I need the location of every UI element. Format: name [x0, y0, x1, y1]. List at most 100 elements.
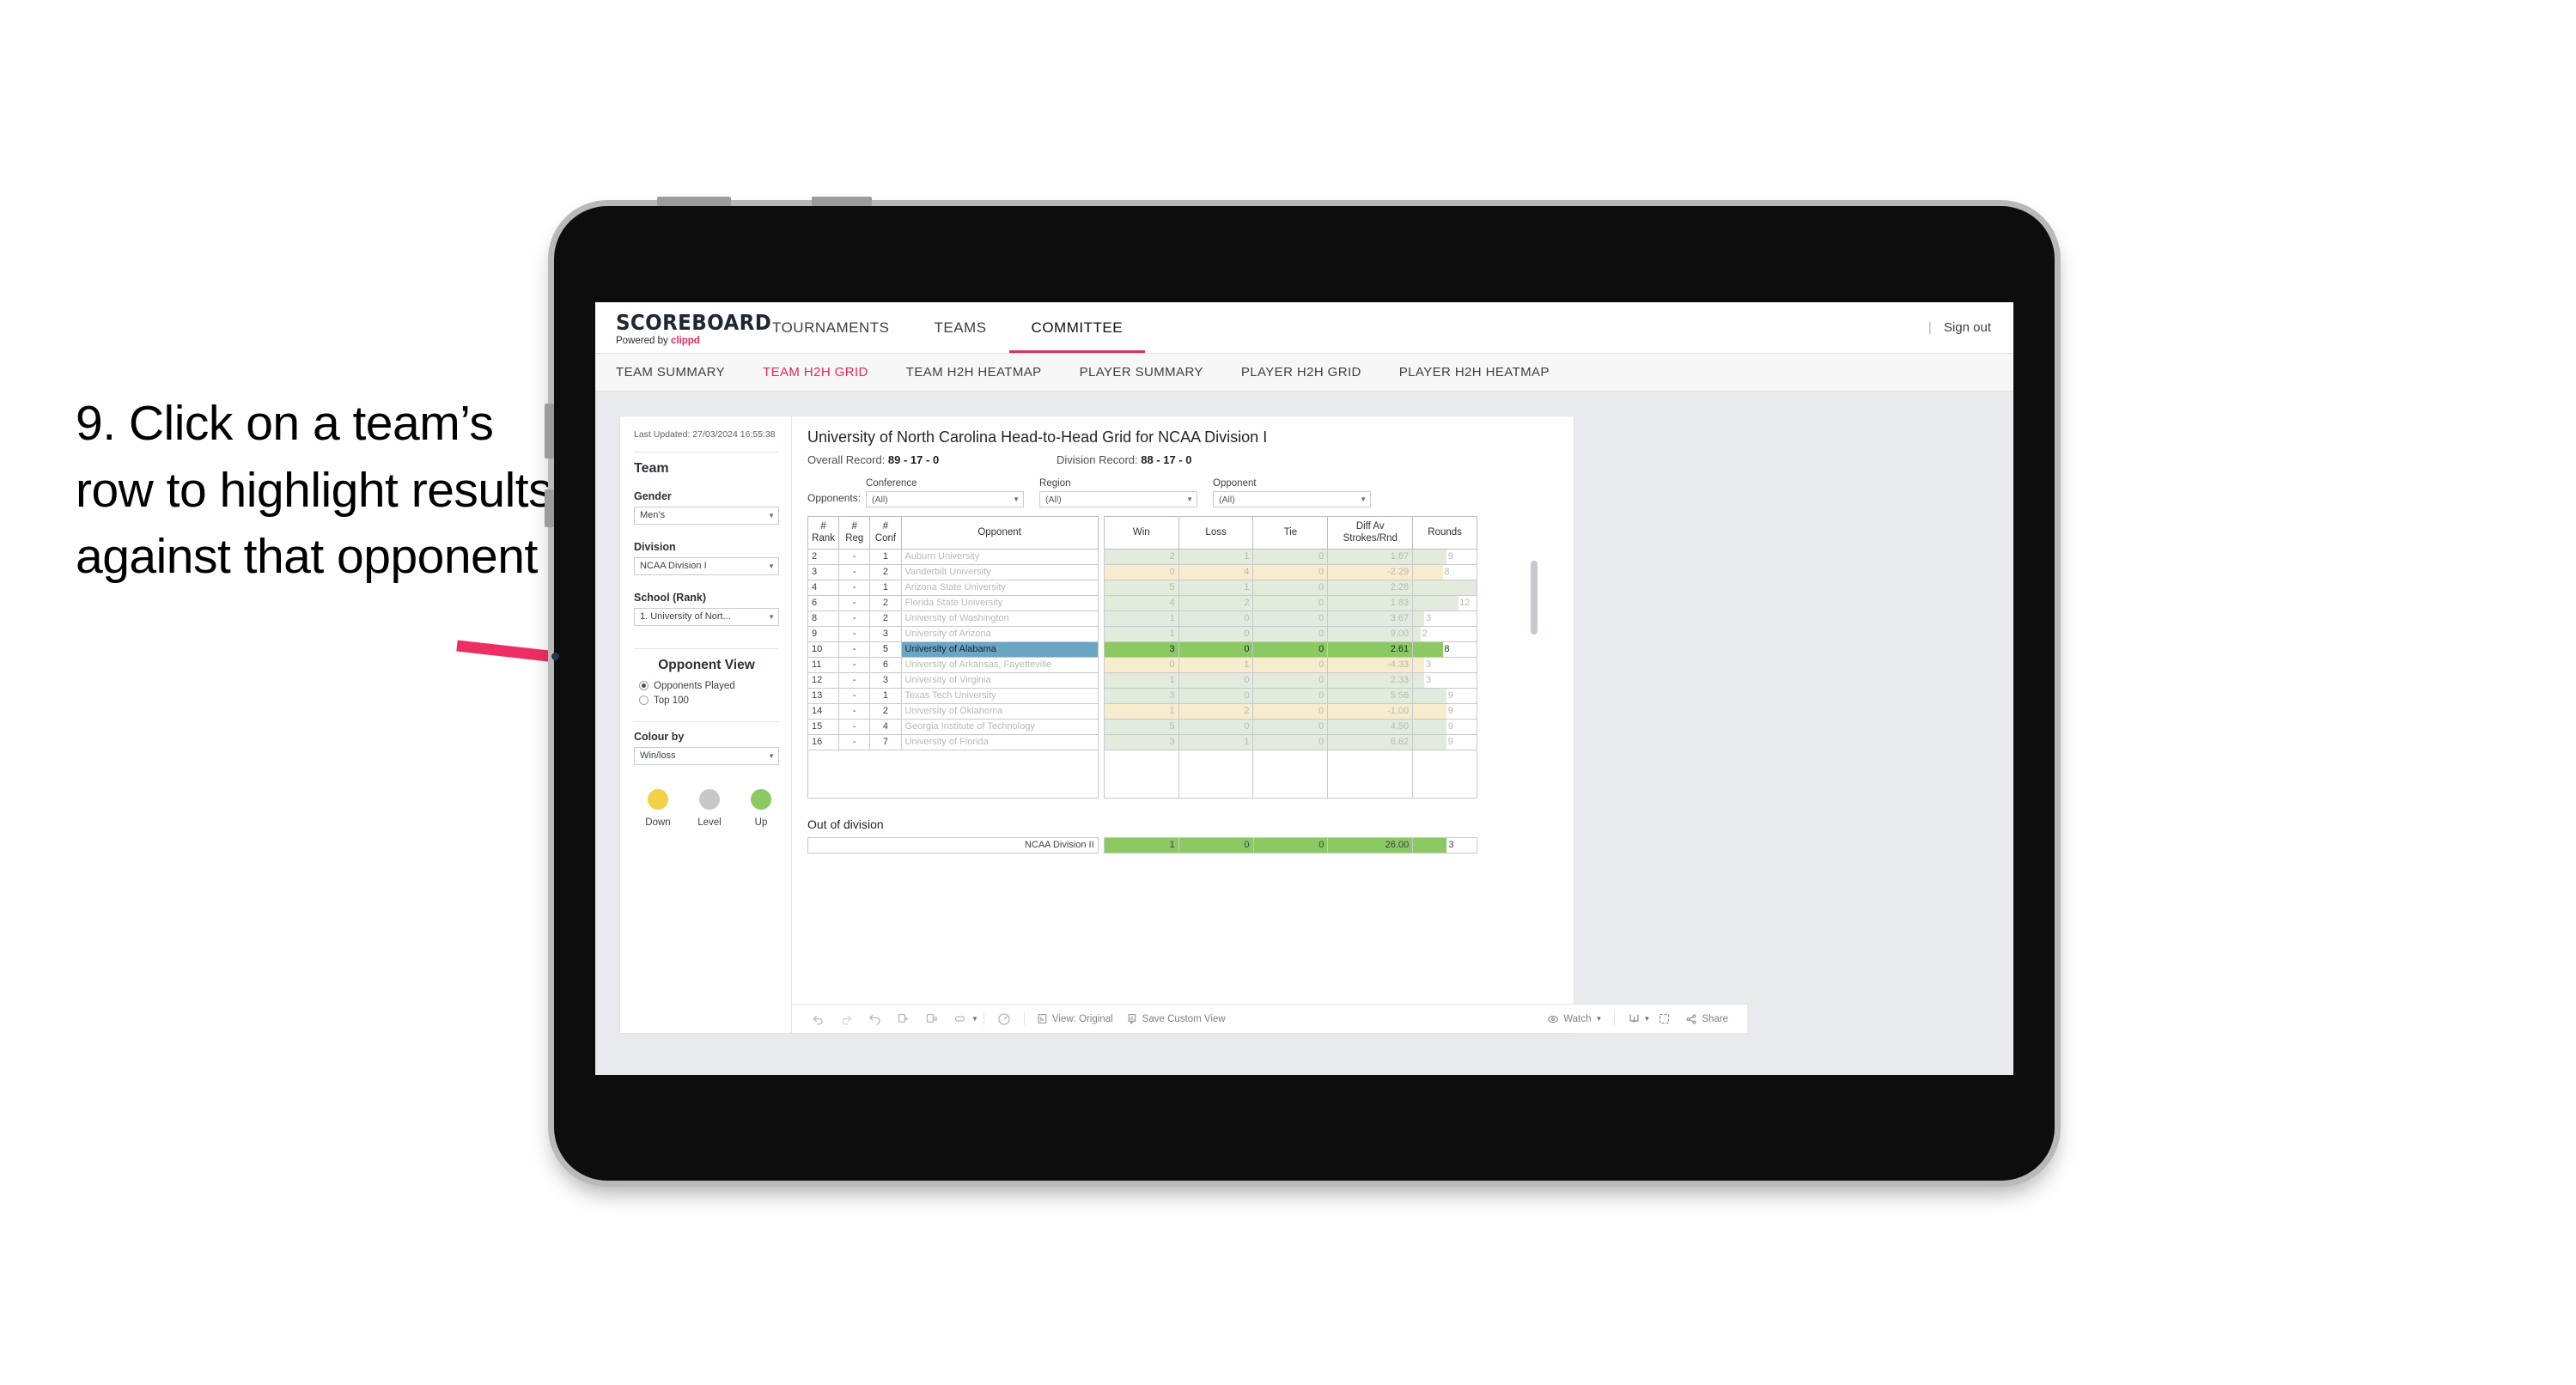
overall-record: Overall Record: 89 - 17 - 0	[807, 453, 1057, 466]
cell-reg: -	[838, 625, 871, 642]
table-scrollbar-thumb[interactable]	[1531, 561, 1538, 635]
table-row[interactable]: 4-1Arizona State University5102.2817	[807, 579, 1477, 596]
cell-reg: -	[838, 687, 871, 704]
gender-select[interactable]: Men’s ▼	[634, 506, 779, 525]
table-row[interactable]: 10-5 University of Alabama 3 0 0 2.61 8	[807, 641, 1477, 658]
colour-legend: Down Level Up	[634, 788, 779, 829]
tab-team-summary[interactable]: TEAM SUMMARY	[616, 365, 725, 380]
table-row[interactable]: 9-3 University of Arizona 1 0 0 9.00 2	[807, 625, 1477, 642]
legend-dot-up	[751, 788, 771, 810]
cell-win: 3	[1103, 733, 1179, 750]
cell-win: 1	[1103, 702, 1179, 720]
legend-dot-level	[699, 788, 720, 810]
out-of-division-row[interactable]: NCAA Division II 1 0 0 26.00 3	[807, 836, 1477, 853]
colour-by-value: Win/loss	[640, 750, 676, 762]
opponent-select[interactable]: (All) ▼	[1213, 491, 1372, 507]
col-rank: # Rank	[807, 516, 840, 550]
device-camera	[551, 653, 559, 660]
cell-win: 2	[1103, 548, 1179, 565]
brand-logo[interactable]: SCOREBOARD Powered by clippd	[595, 310, 771, 346]
chevron-down-icon[interactable]: ▼	[971, 1015, 978, 1023]
cell-gap	[1098, 750, 1104, 798]
table-row[interactable]: 16-7 University of Florida 3 1 0 6.62 9	[807, 733, 1477, 750]
nav-committee[interactable]: COMMITTEE	[1009, 302, 1146, 353]
cell-loss: 1	[1178, 579, 1254, 596]
col-loss: Loss	[1178, 516, 1254, 550]
cell-rounds: 3	[1412, 610, 1477, 627]
watch-label: Watch	[1563, 1013, 1592, 1024]
division-record-value: 88 - 17 - 0	[1141, 453, 1192, 466]
rounds-value: 3	[1425, 659, 1432, 670]
cell-gap	[1098, 703, 1104, 719]
table-row[interactable]: 14-2 University of Oklahoma 1 2 0 -1.00 9	[807, 702, 1477, 720]
nav-tournaments[interactable]: TOURNAMENTS	[750, 302, 911, 353]
data-source-icon[interactable]	[946, 1012, 975, 1025]
pause-icon[interactable]	[990, 1012, 1019, 1026]
sign-out-link[interactable]: Sign out	[1944, 320, 1991, 335]
cell-rounds: 17	[1412, 579, 1477, 596]
col-win: Win	[1103, 516, 1179, 550]
cell-win: 1	[1103, 671, 1179, 689]
col-reg: # Reg	[838, 516, 871, 550]
watch-button[interactable]: Watch ▼	[1540, 1013, 1609, 1025]
undo-icon[interactable]	[804, 1012, 832, 1025]
table-row[interactable]: 15-4 Georgia Institute of Technology 5 0 0 4.…	[807, 718, 1477, 735]
team-section-heading: Team	[634, 460, 669, 476]
colour-by-select[interactable]: Win/loss ▼	[634, 746, 779, 765]
region-filter: Region (All) ▼	[1039, 478, 1198, 507]
cell-gap	[1098, 688, 1104, 703]
tab-player-h2h-heatmap[interactable]: PLAYER H2H HEATMAP	[1399, 365, 1550, 380]
conference-filter: Conference (All) ▼	[866, 478, 1025, 507]
chevron-down-icon[interactable]: ▼	[1643, 1015, 1650, 1023]
radio-top-100[interactable]: Top 100	[634, 696, 779, 706]
radio-icon-selected	[639, 681, 649, 691]
table-scrollbar[interactable]	[1531, 561, 1543, 650]
refresh-icon[interactable]	[889, 1012, 917, 1025]
tab-player-h2h-grid[interactable]: PLAYER H2H GRID	[1241, 365, 1361, 380]
cell-win: 1	[1103, 625, 1179, 642]
pause-auto-update-icon[interactable]	[917, 1012, 946, 1025]
revert-icon[interactable]	[861, 1012, 889, 1025]
cell-gap	[1098, 610, 1104, 626]
cell-rounds: 8	[1412, 641, 1477, 658]
cell-tie: 0	[1252, 687, 1329, 704]
tablet-device-frame: SCOREBOARD Powered by clippd TOURNAMENTS…	[545, 197, 2055, 1181]
share-button[interactable]: Share	[1678, 1013, 1735, 1025]
view-original-button[interactable]: View: Original	[1030, 1013, 1120, 1024]
share-label: Share	[1702, 1013, 1728, 1024]
empty-win	[1103, 749, 1179, 799]
cell-conf: 4	[869, 718, 902, 735]
table-row[interactable]: 8-2 University of Washington 1 0 0 3.67 3	[807, 610, 1477, 627]
school-select[interactable]: 1. University of Nort... ▼	[634, 607, 779, 626]
radio-opponents-played[interactable]: Opponents Played	[634, 681, 779, 691]
table-row[interactable]: 6-2 Florida State University 4 2 0 1.83 12	[807, 594, 1477, 611]
opponent-filters: Opponents: Conference (All) ▼ Region (Al…	[807, 478, 1558, 507]
col-diff: Diff Av Strokes/Rnd	[1327, 516, 1414, 550]
cell-tie: 0	[1252, 594, 1329, 611]
table-row[interactable]: 2-1 Auburn University 2 1 0 1.67 9	[807, 548, 1477, 565]
cell-gap	[1098, 734, 1104, 750]
tab-player-summary[interactable]: PLAYER SUMMARY	[1080, 365, 1203, 380]
conference-select[interactable]: (All) ▼	[866, 491, 1025, 507]
tab-team-h2h-grid[interactable]: TEAM H2H GRID	[763, 365, 868, 380]
viz-toolbar: ▼ View: Original Save Custom View Watch …	[792, 1004, 1747, 1033]
table-row[interactable]: 12-3 University of Virginia 1 0 0 2.33 3	[807, 671, 1477, 689]
redo-icon[interactable]	[832, 1012, 861, 1025]
nav-teams[interactable]: TEAMS	[911, 302, 1008, 353]
cell-tie: 0	[1252, 671, 1329, 689]
cell-opponent: Arizona State University	[900, 579, 1099, 596]
tab-team-h2h-heatmap[interactable]: TEAM H2H HEATMAP	[906, 365, 1042, 380]
division-select[interactable]: NCAA Division I ▼	[634, 556, 779, 575]
cell-diff: 2.28	[1327, 579, 1414, 596]
last-updated-text: Last Updated: 27/03/2024 16:55:38	[634, 429, 776, 440]
out-of-division-table: NCAA Division II 1 0 0 26.00 3	[807, 836, 1477, 853]
save-custom-view-button[interactable]: Save Custom View	[1120, 1013, 1233, 1024]
conference-filter-label: Conference	[866, 478, 917, 489]
cell-rounds: 3	[1412, 671, 1477, 689]
table-row[interactable]: 3-2 Vanderbilt University 0 4 0 -2.29 8	[807, 563, 1477, 580]
cell-opponent: University of Arizona	[900, 625, 1099, 642]
fullscreen-icon[interactable]	[1650, 1012, 1678, 1025]
table-row[interactable]: 11-6 University of Arkansas, Fayetteville…	[807, 656, 1477, 673]
table-row[interactable]: 13-1 Texas Tech University 3 0 0 5.56 9	[807, 687, 1477, 704]
region-select[interactable]: (All) ▼	[1039, 491, 1198, 507]
